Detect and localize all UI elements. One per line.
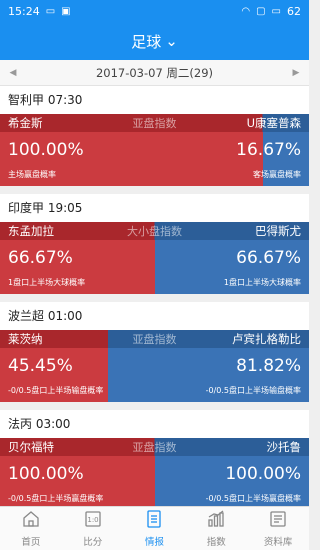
current-date: 2017-03-07 周二(29) [95,65,214,80]
team-row: 贝尔福特 亚盘指数 沙托鲁 [0,438,309,456]
home-probability-label: -0/0.5盘口上半场赢盘概率 [8,494,104,503]
tab-label: 资料库 [263,537,293,548]
sim-icon: ▢ [256,5,266,17]
match-card[interactable]: 智利甲 07:30 希金斯 亚盘指数 U康塞普森 100.00% 16.67% … [0,86,309,186]
next-date-icon[interactable]: ▶ [289,68,303,78]
probability-bar: 66.67% 66.67% 1盘口上半场大球概率 1盘口上半场大球概率 [0,240,309,294]
away-probability-label: 客场赢盘概率 [253,170,301,179]
away-probability: 66.67% [236,248,301,268]
market-type: 亚盘指数 [132,117,177,130]
league-time: 智利甲 07:30 [8,93,83,107]
battery-level: 62 [287,4,301,18]
chart-icon [206,509,226,532]
away-probability-label: 1盘口上半场大球概率 [223,278,301,287]
chevron-down-icon: ⌄ [165,32,178,50]
tab-chart[interactable]: 指数 [185,507,247,550]
home-probability-label: 主场赢盘概率 [8,170,56,179]
status-bar: 15:24 ▭ ▣ ◠ ▢ ▭ 62 [0,0,309,22]
away-probability: 81.82% [236,356,301,376]
league-time: 波兰超 01:00 [8,309,83,323]
team-row: 希金斯 亚盘指数 U康塞普森 [0,114,309,132]
tab-score[interactable]: 1:0 比分 [62,507,124,550]
probability-bar: 100.00% 100.00% -0/0.5盘口上半场赢盘概率 -0/0.5盘口… [0,456,309,506]
probability-bar: 100.00% 16.67% 主场赢盘概率 客场赢盘概率 [0,132,309,186]
team-row: 东孟加拉 大小盘指数 巴得斯尤 [0,222,309,240]
match-card[interactable]: 印度甲 19:05 东孟加拉 大小盘指数 巴得斯尤 66.67% 66.67% … [0,194,309,294]
tab-database[interactable]: 资料库 [247,507,309,550]
probability-bar: 45.45% 81.82% -0/0.5盘口上半场输盘概率 -0/0.5盘口上半… [0,348,309,402]
home-probability: 45.45% [8,356,73,376]
market-type: 亚盘指数 [132,441,177,454]
page-title: 足球 [131,32,162,51]
league-time: 法丙 03:00 [8,417,71,431]
match-card[interactable]: 法丙 03:00 贝尔福特 亚盘指数 沙托鲁 100.00% 100.00% -… [0,410,309,506]
away-probability-label: -0/0.5盘口上半场输盘概率 [205,386,301,395]
tab-label: 指数 [206,537,226,548]
clock: 15:24 [8,4,40,18]
match-card[interactable]: 波兰超 01:00 莱茨纳 亚盘指数 卢宾扎格勒比 45.45% 81.82% … [0,302,309,402]
away-probability: 100.00% [225,464,301,484]
home-probability: 66.67% [8,248,73,268]
tab-report[interactable]: 情报 [124,507,186,550]
tab-label: 情报 [144,537,164,548]
image-icon: ▣ [61,5,71,17]
home-probability-label: -0/0.5盘口上半场输盘概率 [8,386,104,395]
away-probability: 16.67% [236,140,301,160]
notification-icon: ▭ [45,5,56,17]
match-list: 智利甲 07:30 希金斯 亚盘指数 U康塞普森 100.00% 16.67% … [0,86,309,506]
market-type: 大小盘指数 [127,225,182,238]
tab-label: 比分 [83,537,103,548]
prev-date-icon[interactable]: ◀ [6,68,20,78]
wifi-icon: ◠ [241,5,251,17]
tab-home[interactable]: 首页 [0,507,62,550]
battery-icon: ▭ [271,5,281,17]
away-probability-label: -0/0.5盘口上半场赢盘概率 [205,494,301,503]
score-icon: 1:0 [83,509,103,532]
bottom-tab-bar: 首页 1:0 比分 情报 指数 资料库 [0,506,309,550]
home-probability: 100.00% [8,140,84,160]
svg-text:1:0: 1:0 [87,516,98,524]
date-navigator: ◀ 2017-03-07 周二(29) ▶ [0,60,309,86]
market-type: 亚盘指数 [132,333,177,346]
database-icon [268,509,288,532]
team-row: 莱茨纳 亚盘指数 卢宾扎格勒比 [0,330,309,348]
sport-selector[interactable]: 足球 ⌄ [0,22,309,60]
home-probability-label: 1盘口上半场大球概率 [8,278,86,287]
report-icon [144,509,164,532]
home-icon [21,509,41,532]
tab-label: 首页 [21,537,41,548]
home-probability: 100.00% [8,464,84,484]
league-time: 印度甲 19:05 [8,201,83,215]
